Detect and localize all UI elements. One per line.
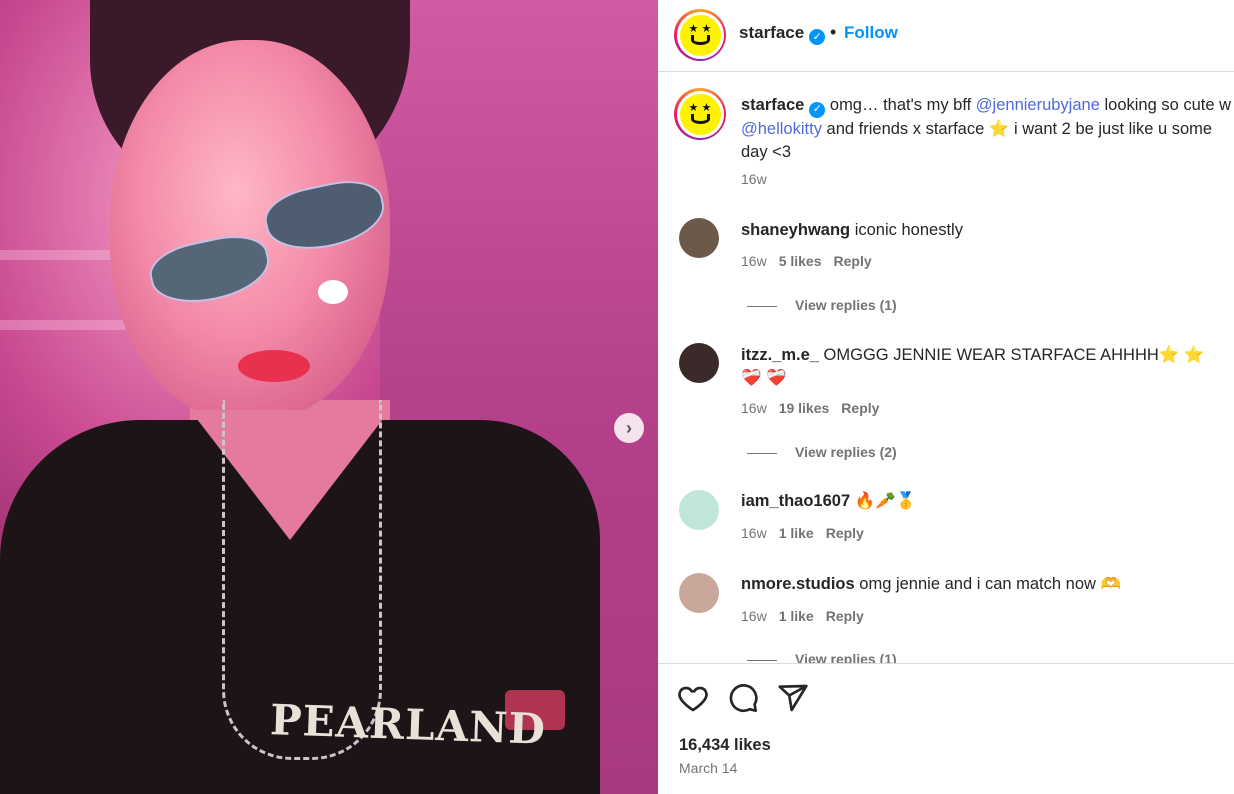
comment-time[interactable]: 16w bbox=[741, 400, 767, 416]
comment-meta: 16w 19 likes Reply bbox=[741, 400, 891, 416]
chevron-right-icon: › bbox=[626, 417, 632, 438]
commenter-avatar[interactable] bbox=[679, 490, 719, 530]
comment-icon[interactable] bbox=[727, 682, 759, 714]
view-replies-button[interactable]: View replies (1) bbox=[747, 651, 897, 663]
follow-button[interactable]: Follow bbox=[844, 23, 898, 43]
comment-meta: 16w 1 like Reply bbox=[741, 608, 876, 624]
shirt-print-text: PEARLAND bbox=[269, 695, 547, 754]
next-slide-button[interactable]: › bbox=[614, 413, 644, 443]
comment-likes[interactable]: 5 likes bbox=[779, 253, 822, 269]
comment-likes[interactable]: 1 like bbox=[779, 608, 814, 624]
author-username[interactable]: starface ✓ bbox=[739, 23, 826, 45]
comment-time[interactable]: 16w bbox=[741, 608, 767, 624]
mention-link[interactable]: @jennierubyjane bbox=[976, 96, 1100, 114]
post-date[interactable]: March 14 bbox=[679, 760, 737, 776]
comment-username[interactable]: nmore.studios bbox=[741, 575, 855, 593]
verified-badge-icon: ✓ bbox=[809, 28, 826, 45]
reply-button[interactable]: Reply bbox=[826, 608, 864, 624]
commenter-avatar[interactable] bbox=[679, 573, 719, 613]
comment-text: nmore.studios omg jennie and i can match… bbox=[741, 575, 1122, 593]
caption-author-avatar[interactable]: ★ ★ bbox=[674, 88, 726, 140]
caption-timestamp[interactable]: 16w bbox=[741, 171, 767, 187]
post-panel: ★ ★ starface ✓ • Follow ★ ★ starface ✓ o… bbox=[658, 0, 1234, 794]
comment-text: shaneyhwang iconic honestly bbox=[741, 221, 963, 239]
comment-text: itzz._m.e_ OMGGG JENNIE WEAR STARFACE AH… bbox=[741, 346, 1205, 387]
view-replies-button[interactable]: View replies (2) bbox=[747, 444, 897, 460]
likes-count[interactable]: 16,434 likes bbox=[679, 736, 771, 755]
comments-list[interactable]: ★ ★ starface ✓ omg… that's my bff @jennie… bbox=[658, 72, 1234, 663]
comment-likes[interactable]: 19 likes bbox=[779, 400, 830, 416]
comment-time[interactable]: 16w bbox=[741, 253, 767, 269]
lips-shape bbox=[238, 350, 310, 382]
post-image[interactable]: PEARLAND › bbox=[0, 0, 658, 794]
separator-dot: • bbox=[830, 22, 837, 42]
reply-button[interactable]: Reply bbox=[834, 253, 872, 269]
comment-username[interactable]: itzz._m.e_ bbox=[741, 346, 819, 364]
comment-meta: 16w 5 likes Reply bbox=[741, 253, 884, 269]
mention-link[interactable]: @hellokitty bbox=[741, 120, 822, 138]
comment-text: iam_thao1607 🔥🥕🥇 bbox=[741, 492, 917, 510]
view-replies-button[interactable]: View replies (1) bbox=[747, 297, 897, 313]
comment-username[interactable]: iam_thao1607 bbox=[741, 492, 850, 510]
post-actions: 16,434 likes March 14 bbox=[658, 663, 1234, 794]
smiley-star-icon: ★ ★ bbox=[679, 93, 721, 135]
commenter-avatar[interactable] bbox=[679, 343, 719, 383]
comment-meta: 16w 1 like Reply bbox=[741, 525, 876, 541]
hello-kitty-sticker bbox=[318, 280, 348, 304]
reply-button[interactable]: Reply bbox=[826, 525, 864, 541]
post-caption: starface ✓ omg… that's my bff @jennieruby… bbox=[741, 96, 1232, 161]
share-icon[interactable] bbox=[777, 682, 809, 714]
smiley-star-icon: ★ ★ bbox=[679, 14, 721, 56]
post-header: ★ ★ starface ✓ • Follow bbox=[658, 0, 1234, 72]
comment-time[interactable]: 16w bbox=[741, 525, 767, 541]
caption-username[interactable]: starface bbox=[741, 96, 804, 114]
comment-likes[interactable]: 1 like bbox=[779, 525, 814, 541]
verified-badge-icon: ✓ bbox=[809, 101, 826, 118]
author-avatar[interactable]: ★ ★ bbox=[674, 9, 726, 61]
reply-button[interactable]: Reply bbox=[841, 400, 879, 416]
commenter-avatar[interactable] bbox=[679, 218, 719, 258]
comment-username[interactable]: shaneyhwang bbox=[741, 221, 850, 239]
heart-icon[interactable] bbox=[677, 682, 709, 714]
